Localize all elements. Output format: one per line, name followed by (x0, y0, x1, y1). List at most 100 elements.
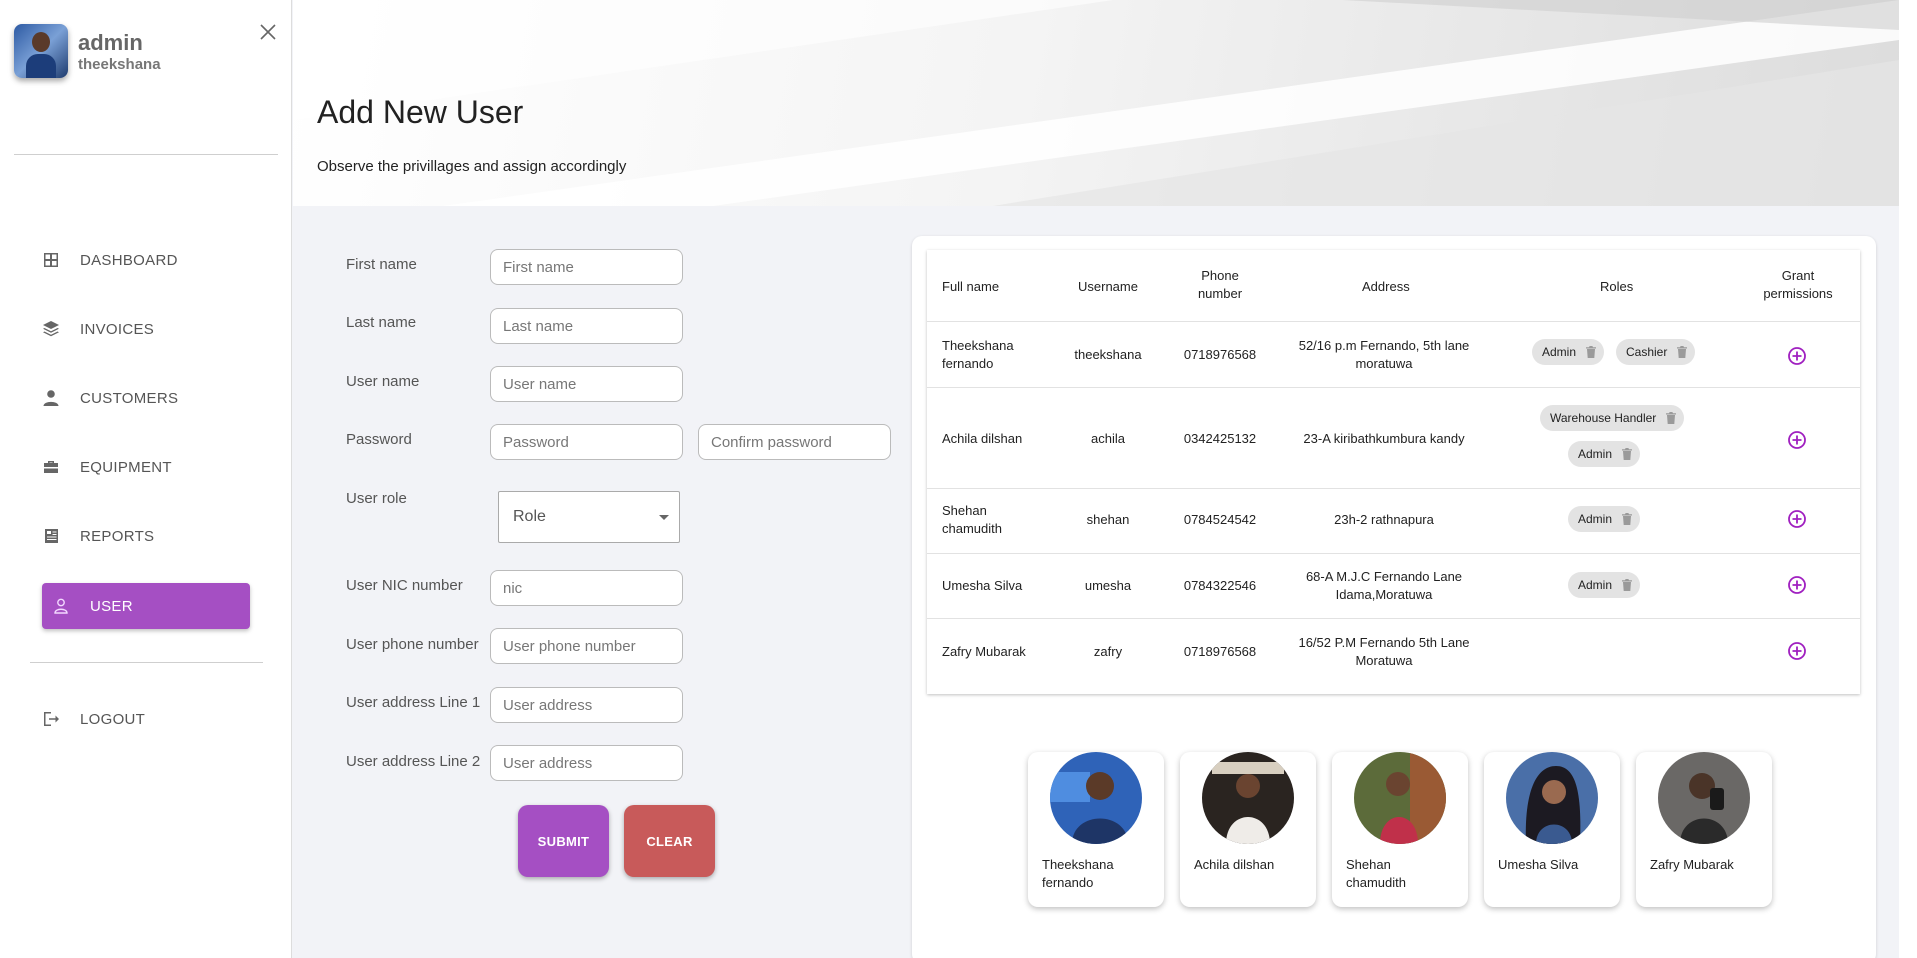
confirm-password-input[interactable] (698, 424, 891, 460)
col-header-phone-line: number (1197, 286, 1243, 301)
role-chip-label: Warehouse Handler (1550, 411, 1657, 425)
add-permission-icon[interactable] (1787, 509, 1807, 529)
cell-line: Shehan (942, 503, 987, 518)
add-permission-icon[interactable] (1787, 641, 1807, 661)
role-chip-label: Cashier (1626, 345, 1668, 359)
cell-line: 52/16 p.m Fernando, 5th lane (1298, 338, 1470, 353)
user-name-input[interactable] (490, 366, 683, 402)
logout-button[interactable]: LOGOUT (42, 696, 250, 742)
last-name-input[interactable] (490, 308, 683, 344)
cell-address: 68-A M.J.C Fernando Lane Idama,Moratuwa (1274, 568, 1494, 604)
role-chip: Admin (1568, 441, 1641, 467)
first-name-label: First name (346, 256, 417, 273)
clear-button[interactable]: CLEAR (624, 805, 715, 877)
trash-icon[interactable] (1662, 409, 1680, 427)
layers-icon (42, 320, 60, 338)
cell-username: theekshana (1074, 347, 1142, 362)
role-chip: Warehouse Handler (1540, 405, 1685, 431)
cell-line: chamudith (942, 521, 1002, 536)
logout-icon (42, 710, 60, 728)
role-chip-label: Admin (1578, 447, 1613, 461)
cell-phone: 0718976568 (1183, 347, 1257, 362)
add-permission-icon[interactable] (1787, 346, 1807, 366)
user-card[interactable]: Achila dilshan (1180, 752, 1316, 907)
cell-full-name: Zafry Mubarak (942, 644, 1026, 659)
cell-username: zafry (1093, 644, 1123, 659)
role-chip-label: Admin (1578, 512, 1613, 526)
cell-line: moratuwa (1355, 356, 1413, 371)
address1-label: User address Line 1 (346, 694, 481, 711)
row-divider (927, 321, 1860, 322)
page-title: Add New User (317, 94, 524, 130)
sidebar-item-user[interactable]: USER (42, 583, 250, 629)
password-input[interactable] (490, 424, 683, 460)
dashboard-icon (42, 251, 60, 269)
sidebar-item-invoices[interactable]: INVOICES (42, 306, 250, 352)
user-photo (1354, 752, 1446, 844)
row-divider (927, 488, 1860, 489)
col-header-grant-line: Grant (1781, 268, 1815, 283)
phone-input[interactable] (490, 628, 683, 664)
sidebar-item-dashboard[interactable]: DASHBOARD (42, 237, 250, 283)
nic-input[interactable] (490, 570, 683, 606)
submit-button[interactable]: SUBMIT (518, 805, 609, 877)
trash-icon[interactable] (1618, 576, 1636, 594)
sidebar-item-label: REPORTS (80, 527, 155, 545)
address2-input[interactable] (490, 745, 683, 781)
sidebar-item-label: CUSTOMERS (80, 389, 179, 407)
logout-label: LOGOUT (80, 710, 146, 728)
caret-down-icon (659, 515, 669, 520)
newspaper-icon (42, 527, 60, 545)
cell-phone: 0342425132 (1183, 431, 1257, 446)
cell-address: 23-A kiribathkumbura kandy (1303, 431, 1465, 446)
user-card-name-line: Shehan (1346, 857, 1391, 872)
profile-username: theekshana (78, 55, 161, 73)
trash-icon[interactable] (1618, 445, 1636, 463)
user-photo (1050, 752, 1142, 844)
col-header-address: Address (1362, 279, 1410, 294)
close-icon[interactable] (258, 22, 278, 42)
add-permission-icon[interactable] (1787, 430, 1807, 450)
first-name-input[interactable] (490, 249, 683, 285)
trash-icon[interactable] (1582, 343, 1600, 361)
cell-username: shehan (1086, 512, 1130, 527)
col-header-roles: Roles (1600, 279, 1634, 294)
page-header: Add New User Observe the privillages and… (293, 0, 1899, 206)
col-header-grant: Grant permissions (1756, 267, 1840, 303)
cell-full-name: Theekshana fernando (942, 337, 1062, 373)
address1-input[interactable] (490, 687, 683, 723)
user-photo (1202, 752, 1294, 844)
user-card-name: Theekshana fernando (1042, 856, 1154, 892)
user-card[interactable]: Umesha Silva (1484, 752, 1620, 907)
role-chip: Admin (1568, 506, 1641, 532)
user-card[interactable]: Theekshana fernando (1028, 752, 1164, 907)
user-card-name-line: chamudith (1346, 875, 1406, 890)
person-icon (42, 389, 60, 407)
user-card-name-line: fernando (1042, 875, 1094, 890)
cell-line: 16/52 P.M Fernando 5th Lane (1298, 635, 1470, 650)
role-chip: Admin (1532, 339, 1605, 365)
briefcase-icon (42, 458, 60, 476)
sidebar-item-customers[interactable]: CUSTOMERS (42, 375, 250, 421)
user-card[interactable]: Shehan chamudith (1332, 752, 1468, 907)
col-header-grant-line: permissions (1763, 286, 1833, 301)
trash-icon[interactable] (1673, 343, 1691, 361)
person-outline-icon (52, 597, 70, 615)
col-header-phone: Phone number (1180, 267, 1260, 303)
user-name-label: User name (346, 373, 420, 390)
trash-icon[interactable] (1618, 510, 1636, 528)
row-divider (927, 387, 1860, 388)
password-label: Password (346, 431, 412, 448)
add-permission-icon[interactable] (1787, 575, 1807, 595)
address2-label: User address Line 2 (346, 753, 481, 770)
role-chip: Cashier (1616, 339, 1696, 365)
sidebar-item-equipment[interactable]: EQUIPMENT (42, 444, 250, 490)
cell-phone: 0718976568 (1183, 644, 1257, 659)
cell-full-name: Umesha Silva (942, 578, 1023, 593)
user-role-select[interactable]: Role (498, 491, 680, 543)
cell-username: achila (1091, 431, 1125, 446)
sidebar-item-label: USER (90, 597, 133, 615)
row-divider (927, 553, 1860, 554)
user-card[interactable]: Zafry Mubarak (1636, 752, 1772, 907)
sidebar-item-reports[interactable]: REPORTS (42, 513, 250, 559)
